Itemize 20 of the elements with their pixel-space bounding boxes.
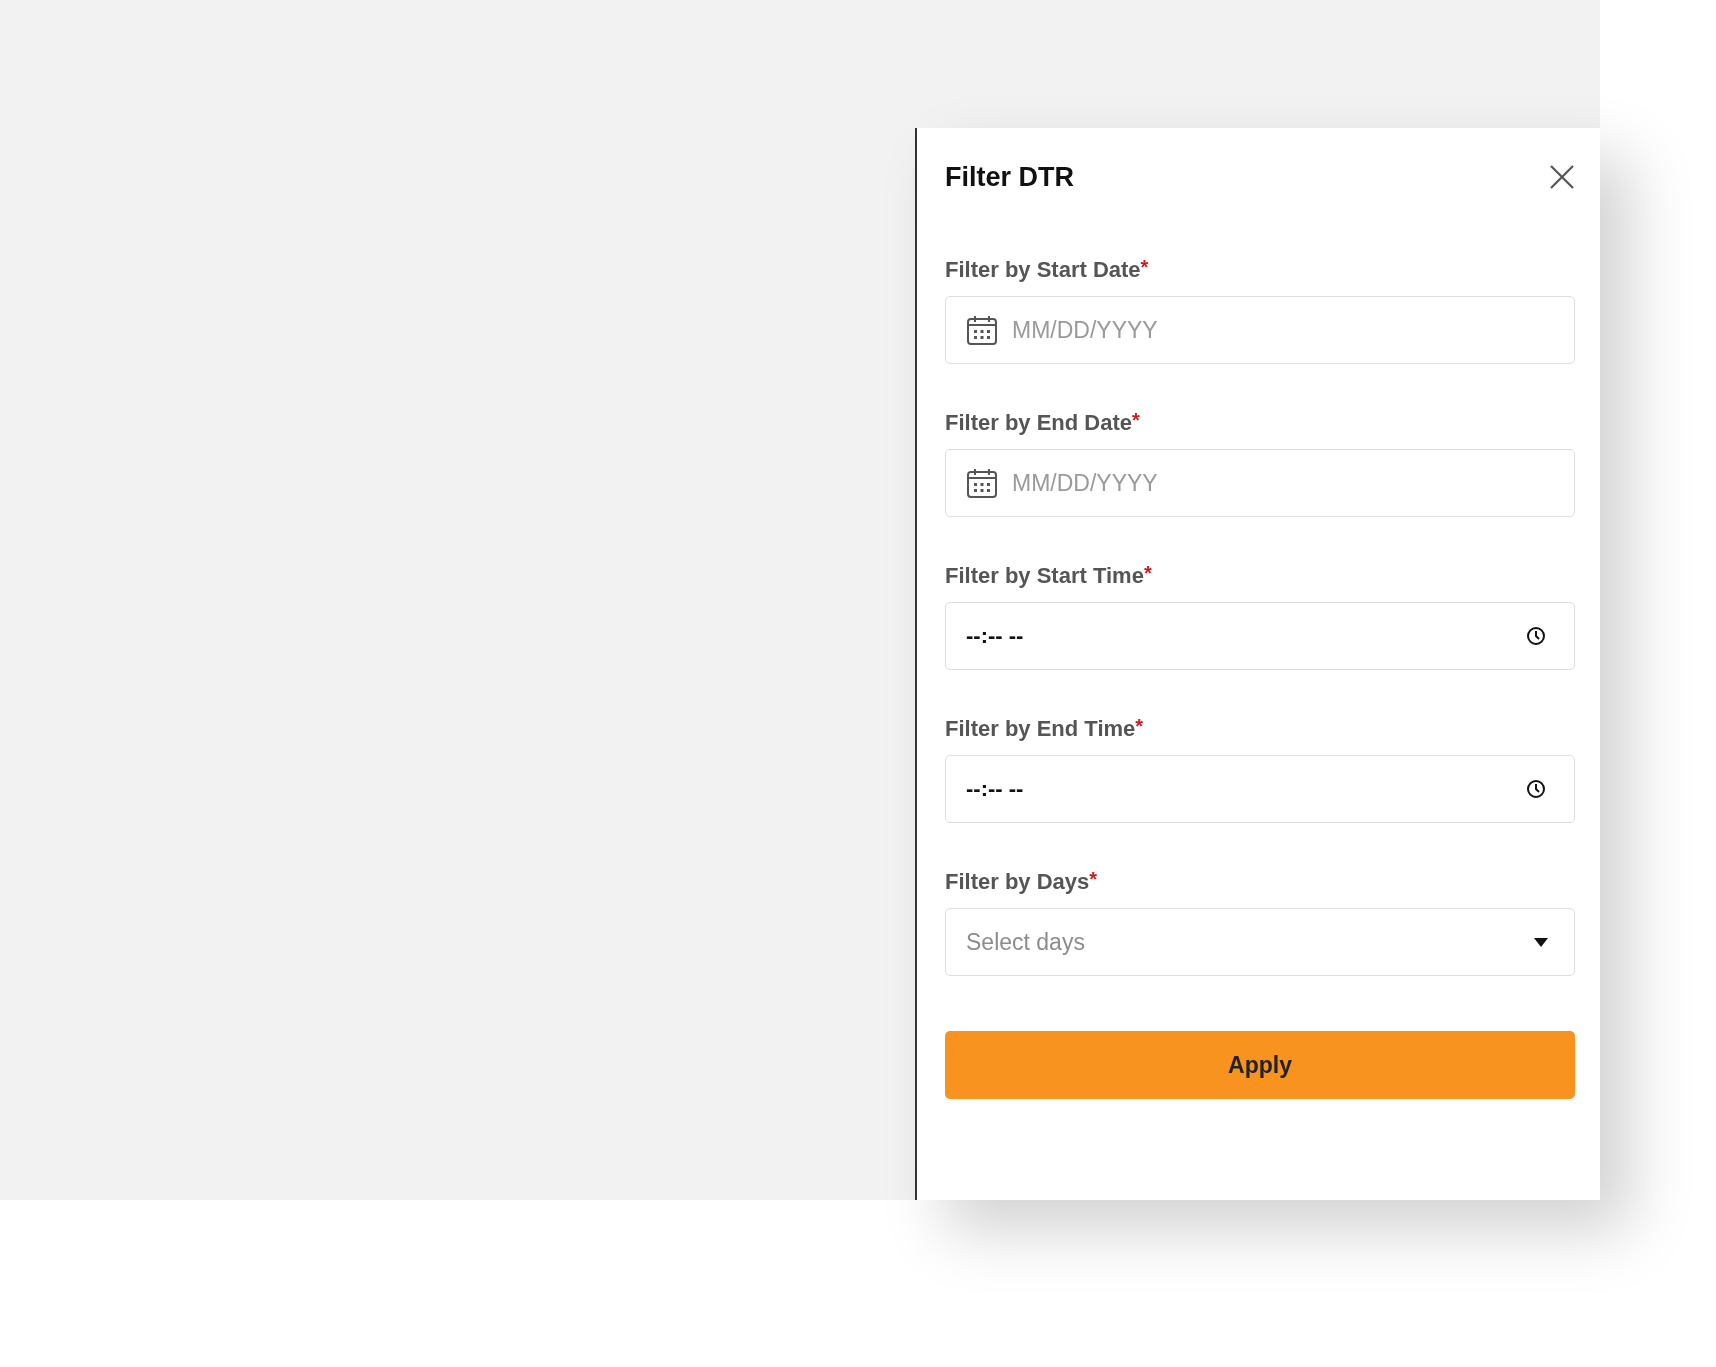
caret-icon	[1534, 937, 1548, 947]
clock-icon	[1526, 626, 1546, 646]
required-mark: *	[1143, 562, 1152, 584]
required-mark: *	[1140, 256, 1149, 278]
required-mark: *	[1089, 868, 1098, 890]
field-label: Filter by End Time	[945, 715, 1136, 743]
calendar-icon	[966, 314, 998, 346]
required-mark: *	[1132, 409, 1140, 431]
time-field[interactable]: --:-- --	[945, 755, 1575, 823]
clock-icon	[1526, 779, 1546, 799]
required-mark: *	[1135, 715, 1144, 737]
close-icon[interactable]	[1549, 164, 1575, 190]
apply-button[interactable]: Apply	[945, 1031, 1575, 1099]
panel-title: Filter DTR	[945, 161, 1074, 193]
field-label: Filter by Start Date	[945, 256, 1141, 284]
field-label: Filter by Start Time	[945, 562, 1144, 590]
calendar-icon	[966, 467, 998, 499]
field-label: Filter by End Date	[945, 409, 1133, 437]
time-field[interactable]: --:-- --	[945, 602, 1575, 670]
field-label: Filter by Days	[945, 868, 1090, 896]
